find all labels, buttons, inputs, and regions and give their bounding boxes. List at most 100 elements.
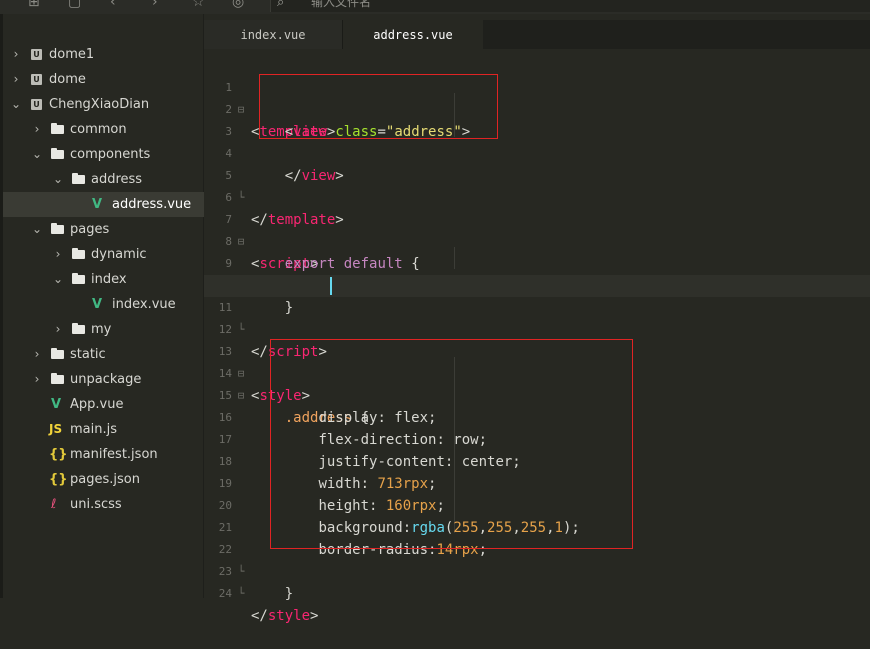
forward-icon[interactable]: › — [152, 0, 158, 10]
text-cursor — [330, 277, 332, 295]
vue-file-icon: V — [51, 397, 62, 412]
code-line: 13 ⊟ <style> — [204, 319, 870, 404]
code-line: 5 └ </template> — [204, 143, 870, 228]
folder-icon — [72, 248, 85, 259]
code-line: 24 — [204, 561, 870, 600]
code-line: 8 export default { — [204, 209, 870, 272]
chevron-down-icon[interactable]: ⌄ — [32, 217, 42, 242]
tree-item-manifest-json[interactable]: {} manifest.json — [3, 442, 204, 467]
tree-item-address-folder[interactable]: ⌄ address — [3, 167, 204, 192]
tree-item-my[interactable]: › my — [3, 317, 204, 342]
code-line-current: 11 └ </script> — [204, 275, 870, 360]
project-icon: U — [31, 49, 42, 60]
chevron-down-icon[interactable]: ⌄ — [11, 92, 21, 117]
tree-item-components[interactable]: ⌄ components — [3, 142, 204, 167]
line-number: 24 — [218, 587, 232, 600]
tree-item-chengxiaodian[interactable]: ⌄ U ChengXiaoDian — [3, 92, 204, 117]
tree-item-label: common — [70, 122, 127, 137]
editor-tab-bar: index.vue address.vue — [204, 20, 870, 49]
vue-file-icon: V — [92, 197, 103, 212]
chevron-right-icon[interactable]: › — [53, 242, 63, 267]
code-line: 6 — [204, 165, 870, 204]
chevron-right-icon[interactable]: › — [53, 317, 63, 342]
tab-address-vue[interactable]: address.vue — [343, 20, 483, 49]
project-icon: U — [31, 99, 42, 110]
code-text: </style> — [251, 608, 319, 624]
toolbar: ⊞ ▢ ‹ › ☆ ◎ ⌕ 输入文件名 — [0, 0, 870, 14]
tree-item-label: dome — [49, 72, 86, 87]
folder-icon — [72, 323, 85, 334]
back-icon[interactable]: ‹ — [110, 0, 116, 10]
tree-item-label: App.vue — [70, 397, 124, 412]
folder-icon — [72, 173, 85, 184]
tree-item-static[interactable]: › static — [3, 342, 204, 367]
tree-item-unpackage[interactable]: › unpackage — [3, 367, 204, 392]
project-icon: U — [31, 74, 42, 85]
tree-item-dynamic[interactable]: › dynamic — [3, 242, 204, 267]
tree-item-pages[interactable]: ⌄ pages — [3, 217, 204, 242]
folder-icon — [51, 123, 64, 134]
tree-item-dome1[interactable]: › U dome1 — [3, 42, 204, 67]
save-icon[interactable]: ▢ — [68, 0, 81, 10]
annotation-box-style — [270, 339, 633, 549]
tree-item-label: my — [91, 322, 112, 337]
annotation-box-template — [259, 74, 498, 139]
json-file-icon: {} — [49, 472, 68, 487]
tree-item-label: components — [70, 147, 151, 162]
search-placeholder: 输入文件名 — [311, 0, 372, 9]
vue-file-icon: V — [92, 297, 103, 312]
code-line: 10 } — [204, 253, 870, 316]
code-line: 7 ⊟ <script> — [204, 187, 870, 272]
chevron-down-icon[interactable]: ⌄ — [53, 167, 63, 192]
tree-item-label: index.vue — [112, 297, 176, 312]
folder-icon — [72, 273, 85, 284]
tree-item-label: manifest.json — [70, 447, 158, 462]
json-file-icon: {} — [49, 447, 68, 462]
code-text: } — [284, 586, 294, 602]
chevron-right-icon[interactable]: › — [32, 117, 42, 142]
run-icon[interactable]: ◎ — [232, 0, 244, 10]
folder-icon — [51, 223, 64, 234]
chevron-right-icon[interactable]: › — [32, 342, 42, 367]
chevron-down-icon[interactable]: ⌄ — [32, 142, 42, 167]
tree-item-dome[interactable]: › U dome — [3, 67, 204, 92]
folder-icon — [51, 148, 64, 159]
tab-index-vue[interactable]: index.vue — [204, 20, 343, 49]
chevron-right-icon[interactable]: › — [11, 42, 21, 67]
code-line: 12 — [204, 297, 870, 336]
tree-item-label: unpackage — [70, 372, 142, 387]
tree-item-label: pages.json — [70, 472, 140, 487]
tree-item-pages-json[interactable]: {} pages.json — [3, 467, 204, 492]
search-icon: ⌕ — [277, 0, 285, 10]
project-explorer: › U dome1 › U dome ⌄ U ChengXiaoDian › c… — [0, 14, 204, 598]
new-file-icon[interactable]: ⊞ — [28, 0, 40, 10]
tree-item-label: uni.scss — [70, 497, 122, 512]
tree-item-label: ChengXiaoDian — [49, 97, 150, 112]
tree-item-app-vue[interactable]: V App.vue — [3, 392, 204, 417]
tree-item-label: address.vue — [112, 197, 192, 212]
tree-item-label: pages — [70, 222, 110, 237]
star-icon[interactable]: ☆ — [192, 0, 205, 10]
code-line: 9 — [204, 231, 870, 270]
tree-item-index-vue[interactable]: V index.vue — [3, 292, 204, 317]
tree-item-label: index — [91, 272, 127, 287]
chevron-right-icon[interactable]: › — [32, 367, 42, 392]
chevron-right-icon[interactable]: › — [11, 67, 21, 92]
tree-item-main-js[interactable]: JS main.js — [3, 417, 204, 442]
tree-item-common[interactable]: › common — [3, 117, 204, 142]
tree-item-label: dynamic — [91, 247, 147, 262]
code-editor[interactable]: 1 ⊟ <template> 2 <view class="address"> … — [204, 49, 870, 624]
chevron-down-icon[interactable]: ⌄ — [53, 267, 63, 292]
tree-item-label: dome1 — [49, 47, 95, 62]
file-search-box[interactable]: ⌕ 输入文件名 — [270, 0, 870, 12]
tree-item-label: main.js — [70, 422, 117, 437]
folder-icon — [51, 348, 64, 359]
tree-item-address-vue[interactable]: V address.vue — [3, 192, 204, 217]
tree-item-label: static — [70, 347, 106, 362]
js-file-icon: JS — [49, 422, 63, 436]
scss-file-icon: ℓ — [51, 497, 57, 512]
tree-item-uni-scss[interactable]: ℓ uni.scss — [3, 492, 204, 517]
tree-item-label: address — [91, 172, 143, 187]
tree-item-index-folder[interactable]: ⌄ index — [3, 267, 204, 292]
folder-icon — [51, 373, 64, 384]
